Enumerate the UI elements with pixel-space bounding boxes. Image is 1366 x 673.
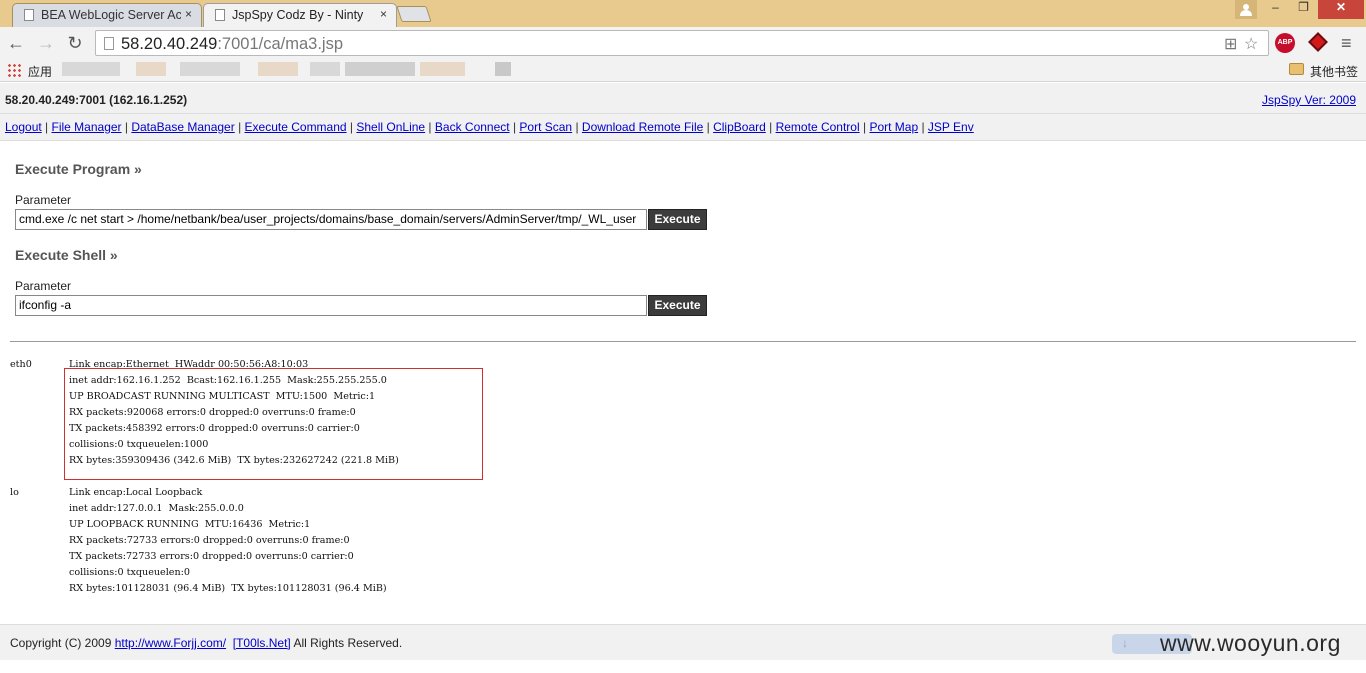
nav-separator: | [346,120,357,134]
apps-grid-icon[interactable] [7,63,21,77]
nav-link-clipboard[interactable]: ClipBoard [713,120,766,134]
copyright-text: Copyright (C) 2009 http://www.Forjj.com/… [10,636,402,650]
address-bar[interactable]: 58.20.40.249:7001/ca/ma3.jsp ⊞ ☆ [95,30,1269,56]
nav-separator: | [234,120,245,134]
execute-shell-title: Execute Shell » [15,247,118,263]
version-link[interactable]: JspSpy Ver: 2009 [1262,93,1356,107]
blurred-bookmark[interactable] [180,62,240,76]
forjj-link[interactable]: http://www.Forjj.com/ [115,636,226,650]
reload-icon[interactable]: ↻ [65,33,85,53]
back-arrow-icon[interactable]: ← [6,33,26,53]
blurred-bookmark[interactable] [420,62,465,76]
download-arrow-icon: ↓ [1122,636,1128,650]
folder-icon [1289,63,1304,75]
execute-program-title: Execute Program » [15,161,142,177]
new-tab-button[interactable] [396,6,432,22]
host-bar: 58.20.40.249:7001 (162.16.1.252) JspSpy … [0,83,1366,114]
window-close-button[interactable]: ✕ [1318,0,1364,19]
nav-bar: Logout | File Manager | DataBase Manager… [0,114,1366,141]
url-host: 58.20.40.249 [121,35,218,53]
translate-icon[interactable]: ⊞ [1224,34,1237,54]
t00ls-link[interactable]: [T00ls.Net] [233,636,291,650]
nav-link-remote-control[interactable]: Remote Control [776,120,860,134]
blurred-bookmark[interactable] [136,62,166,76]
adblock-icon[interactable]: ABP [1275,33,1295,53]
user-icon[interactable] [1235,0,1257,19]
url-text[interactable]: 58.20.40.249:7001/ca/ma3.jsp [121,35,343,54]
footer: Copyright (C) 2009 http://www.Forjj.com/… [0,624,1366,660]
nav-link-jsp-env[interactable]: JSP Env [928,120,974,134]
output-line: RX bytes:101128031 (96.4 MiB) TX bytes:1… [69,583,387,594]
nav-separator: | [703,120,714,134]
nav-separator: | [509,120,520,134]
output-line: RX packets:72733 errors:0 dropped:0 over… [69,535,350,546]
execute-program-button[interactable]: Execute [648,209,707,230]
param-label: Parameter [15,193,72,207]
param-label: Parameter [15,279,72,293]
nav-link-file-manager[interactable]: File Manager [52,120,122,134]
nav-link-logout[interactable]: Logout [5,120,42,134]
minimize-button[interactable]: – [1262,0,1289,19]
other-bookmarks[interactable]: 其他书签 [1310,63,1358,80]
nav-separator: | [859,120,870,134]
highlight-box [64,368,483,480]
program-command-input[interactable]: cmd.exe /c net start > /home/netbank/bea… [15,209,647,230]
divider [10,341,1356,342]
nav-link-database-manager[interactable]: DataBase Manager [131,120,234,134]
nav-separator: | [425,120,435,134]
star-icon[interactable]: ☆ [1244,34,1258,54]
blurred-bookmark[interactable] [495,62,511,76]
nav-separator: | [765,120,776,134]
nav-separator: | [918,120,928,134]
tab-strip: BEA WebLogic Server Ac × JspSpy Codz By … [0,0,1366,27]
nav-link-download-remote-file[interactable]: Download Remote File [582,120,703,134]
close-icon[interactable]: × [380,7,387,21]
browser-toolbar: ← → ↻ 58.20.40.249:7001/ca/ma3.jsp ⊞ ☆ A… [0,27,1366,59]
nav-links: Logout | File Manager | DataBase Manager… [5,120,974,134]
copyright-suffix: All Rights Reserved. [290,636,403,650]
execute-shell-button[interactable]: Execute [648,295,707,316]
menu-icon[interactable]: ≡ [1341,33,1352,54]
output-line: UP LOOPBACK RUNNING MTU:16436 Metric:1 [69,519,311,530]
output-line: inet addr:127.0.0.1 Mask:255.0.0.0 [69,503,244,514]
blurred-bookmark[interactable] [62,62,120,76]
nav-link-shell-online[interactable]: Shell OnLine [356,120,425,134]
bookmarks-bar: 应用 其他书签 [0,59,1366,82]
nav-separator: | [121,120,132,134]
output-line: Link encap:Local Loopback [69,487,203,498]
blurred-bookmark[interactable] [345,62,415,76]
page-icon [215,9,225,21]
blurred-bookmark[interactable] [310,62,340,76]
copyright-prefix: Copyright (C) 2009 [10,636,115,650]
nav-separator: | [572,120,582,134]
nav-link-port-scan[interactable]: Port Scan [519,120,572,134]
maximize-button[interactable]: ❐ [1290,0,1317,19]
interface-name: lo [10,487,19,498]
output-line: TX packets:72733 errors:0 dropped:0 over… [69,551,354,562]
watermark: www.wooyun.org [1160,630,1341,656]
shell-command-input[interactable]: ifconfig -a [15,295,647,316]
apps-bookmark[interactable]: 应用 [28,63,52,80]
url-path: :7001/ca/ma3.jsp [217,35,344,53]
interface-name: eth0 [10,359,32,370]
nav-link-port-map[interactable]: Port Map [869,120,918,134]
page-icon [104,37,114,50]
host-info: 58.20.40.249:7001 (162.16.1.252) [5,93,188,107]
nav-link-execute-command[interactable]: Execute Command [245,120,347,134]
page-content: 58.20.40.249:7001 (162.16.1.252) JspSpy … [0,83,1366,673]
tab-title: JspSpy Codz By - Ninty [232,8,364,22]
tab-jspspy[interactable]: JspSpy Codz By - Ninty × [203,3,397,27]
blurred-bookmark[interactable] [258,62,298,76]
page-icon [24,9,34,21]
close-icon[interactable]: × [185,7,192,21]
tab-weblogic[interactable]: BEA WebLogic Server Ac × [12,3,202,27]
extension-icon[interactable] [1308,32,1328,52]
tab-title: BEA WebLogic Server Ac [41,8,181,22]
nav-separator: | [41,120,52,134]
output-line: collisions:0 txqueuelen:0 [69,567,190,578]
forward-arrow-icon[interactable]: → [36,33,56,53]
nav-link-back-connect[interactable]: Back Connect [435,120,510,134]
